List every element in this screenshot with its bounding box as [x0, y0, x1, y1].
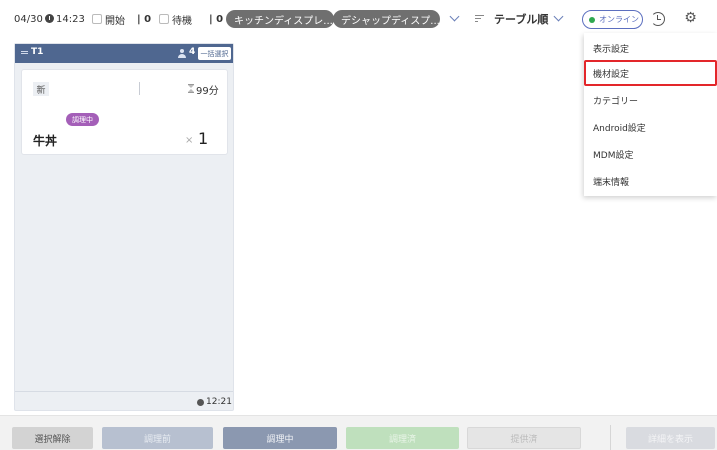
action-bar-divider	[610, 425, 611, 450]
before-cooking-button[interactable]: 調理前	[102, 427, 213, 449]
settings-menu: 表示設定 機材設定 カテゴリー Android設定 MDM設定 端末情報	[584, 33, 717, 196]
column-footer-divider	[15, 391, 233, 392]
clock-icon	[45, 14, 54, 23]
status-badge: 調理中	[66, 113, 99, 126]
hourglass-icon	[188, 84, 194, 93]
connection-status-label: オンライン	[599, 15, 639, 24]
online-dot-icon	[589, 16, 595, 23]
person-icon	[178, 49, 186, 58]
wait-count: | 0	[209, 13, 224, 25]
time-display: 14:23	[56, 13, 85, 25]
order-column: T1 4 一括選択 新 99分 調理中 牛丼 × 1 12:21	[14, 43, 234, 411]
show-details-button[interactable]: 詳細を表示	[626, 427, 715, 449]
display-chip-kitchen[interactable]: キッチンディスプレ...	[226, 10, 334, 28]
table-icon	[21, 51, 28, 56]
clock-icon	[197, 399, 204, 406]
bulk-select-button[interactable]: 一括選択	[198, 47, 231, 60]
menu-item-device-info[interactable]: 端末情報	[584, 168, 717, 194]
cooking-button[interactable]: 調理中	[223, 427, 337, 449]
times-symbol: ×	[185, 135, 194, 146]
chevron-down-icon[interactable]	[553, 11, 564, 22]
column-header: T1 4 一括選択	[15, 44, 233, 63]
deselect-button[interactable]: 選択解除	[12, 427, 93, 449]
gear-icon[interactable]: ⚙	[683, 11, 698, 26]
history-icon[interactable]	[651, 12, 665, 26]
new-order-tag: 新	[33, 82, 49, 96]
chevron-down-icon[interactable]	[449, 11, 460, 22]
menu-item-category[interactable]: カテゴリー	[584, 87, 717, 113]
menu-item-android-settings[interactable]: Android設定	[584, 114, 717, 140]
date-display: 04/30	[14, 13, 43, 25]
wait-filter-checkbox[interactable]	[159, 14, 169, 24]
elapsed-time: 99分	[196, 86, 219, 97]
column-footer-time: 12:21	[206, 397, 232, 407]
action-bar: 選択解除 調理前 調理中 調理済 提供済 詳細を表示	[0, 415, 717, 450]
start-filter-checkbox[interactable]	[92, 14, 102, 24]
menu-item-equipment-settings[interactable]: 機材設定	[584, 60, 717, 86]
menu-item-display-settings[interactable]: 表示設定	[584, 35, 717, 61]
served-button[interactable]: 提供済	[467, 427, 581, 449]
order-ticket[interactable]: 新 99分 調理中 牛丼 × 1	[21, 69, 228, 155]
table-name: T1	[31, 47, 44, 57]
ticket-divider	[139, 82, 140, 95]
menu-item-mdm-settings[interactable]: MDM設定	[584, 141, 717, 167]
start-count: | 0	[137, 13, 152, 25]
item-quantity: 1	[198, 129, 209, 148]
display-chip-deshap[interactable]: デシャップディスプ...	[333, 10, 440, 28]
start-filter-label[interactable]: 開始	[105, 0, 125, 38]
sort-icon	[475, 15, 484, 23]
sort-select[interactable]: テーブル順	[494, 0, 548, 38]
cooked-button[interactable]: 調理済	[346, 427, 459, 449]
guest-count: 4	[189, 47, 196, 57]
item-name[interactable]: 牛丼	[33, 132, 57, 149]
connection-status-badge: オンライン	[582, 10, 643, 29]
wait-filter-label[interactable]: 待機	[172, 0, 192, 38]
